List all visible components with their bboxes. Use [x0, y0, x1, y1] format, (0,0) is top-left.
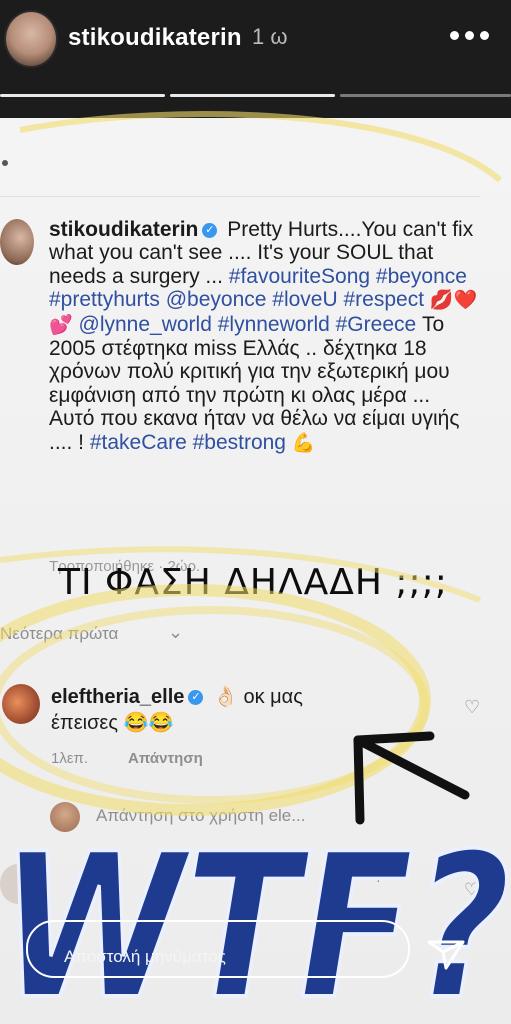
like-heart-icon[interactable]: ♡ [464, 880, 479, 900]
reply-avatar [50, 802, 80, 832]
back-dot-icon [2, 160, 8, 166]
progress-segment [170, 94, 335, 97]
comment-emoji: 👌🏻 [212, 686, 238, 708]
story-header [0, 0, 511, 118]
comment-body: eleftheria_elle ✓ 👌🏻 οκ μας έπεισες 😂😂 [51, 684, 381, 736]
like-heart-icon[interactable]: ♡ [464, 697, 480, 718]
story-timestamp: 1 ω [252, 24, 288, 49]
comment-reply-button[interactable]: Απάντηση [128, 750, 203, 767]
progress-segment [0, 94, 165, 97]
more-dot-icon [465, 30, 474, 40]
caption-mentions[interactable]: @beyonce #loveU #respect [166, 288, 424, 311]
post-caption: stikoudikaterin ✓ Pretty Hurts....You can… [49, 218, 479, 455]
handwritten-annotation: ΤΙ ΦΑΣΗ ΔΗΛΑΔΗ ;;;; [58, 562, 448, 603]
blurred-comment-avatar [0, 864, 36, 904]
more-dot-icon [450, 30, 459, 40]
comment-time: 1λεπ. [51, 750, 89, 767]
comment-sort-label[interactable]: Νεότερα πρώτα [0, 624, 118, 644]
chevron-down-icon[interactable]: ⌄ [168, 622, 183, 643]
verified-badge-icon: ✓ [188, 690, 204, 706]
more-options-button[interactable] [450, 22, 500, 48]
flexed-biceps-emoji: 💪 [291, 432, 316, 454]
progress-segment [340, 94, 511, 97]
laughing-emoji: 😂😂 [123, 712, 174, 734]
comment-author-avatar[interactable] [2, 684, 40, 724]
blurred-comment-tail: ός [362, 864, 380, 883]
reply-to-user-field[interactable]: Απάντηση στο χρήστη ele... [96, 806, 305, 826]
divider [0, 196, 480, 197]
story-username[interactable]: stikoudikaterin [68, 24, 242, 52]
more-dot-icon [480, 30, 489, 40]
story-progress-bar [0, 94, 511, 98]
story-user-avatar[interactable] [4, 10, 58, 68]
message-placeholder: Αποστολή μηνύματος [64, 947, 226, 966]
caption-hashtags-2[interactable]: #takeCare #bestrong [90, 431, 286, 454]
caption-mentions-2[interactable]: @lynne_world #lynneworld #Greece [79, 313, 417, 336]
verified-badge-icon: ✓ [202, 222, 218, 238]
send-icon[interactable] [423, 930, 469, 976]
comment-text: οκ μας [243, 686, 303, 708]
comment-username[interactable]: eleftheria_elle [51, 686, 184, 708]
post-username[interactable]: stikoudikaterin [49, 218, 198, 241]
comment-text-2: έπεισες [51, 712, 118, 734]
post-author-avatar[interactable] [0, 219, 34, 265]
